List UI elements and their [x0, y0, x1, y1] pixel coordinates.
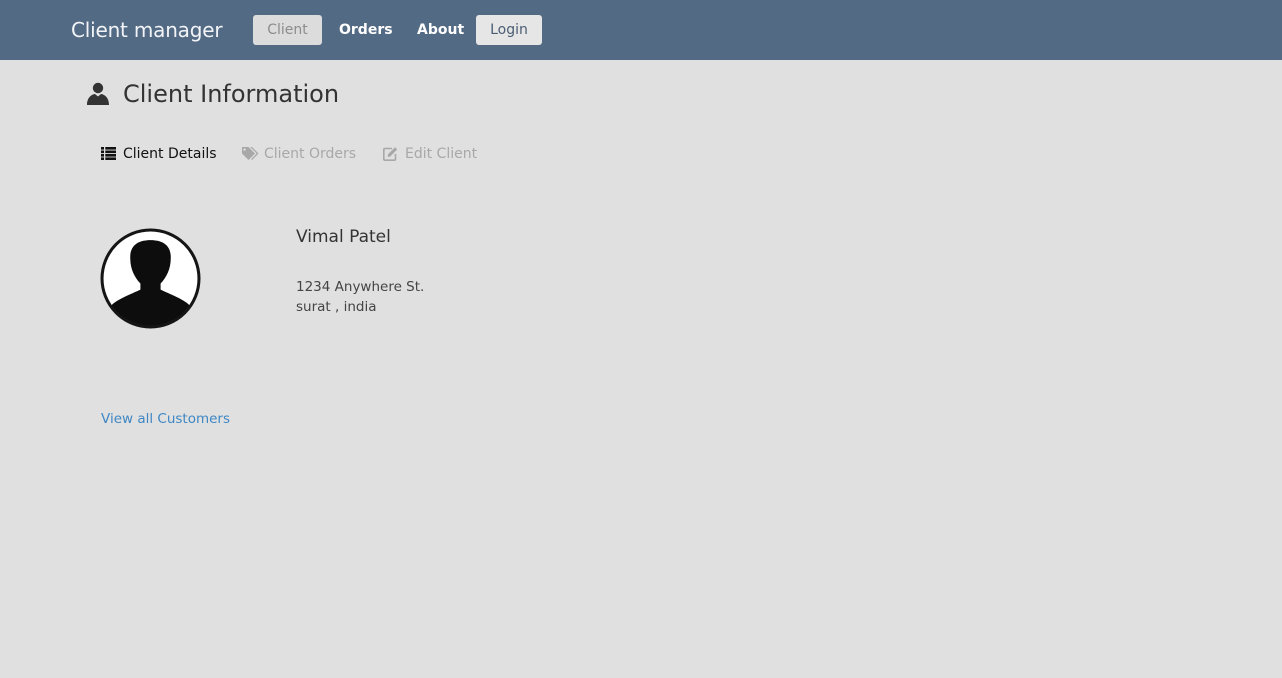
app-brand[interactable]: Client manager [71, 16, 223, 44]
tags-icon [242, 147, 259, 160]
avatar-icon [100, 228, 201, 329]
nav-orders-link[interactable]: Orders [339, 15, 393, 45]
nav-about-link[interactable]: About [417, 15, 464, 45]
tab-client-details-label: Client Details [123, 146, 217, 162]
tab-client-orders-label: Client Orders [264, 146, 357, 162]
page-title: Client Information [123, 80, 340, 108]
list-icon [101, 147, 116, 160]
client-name: Vimal Patel [296, 227, 391, 247]
client-address-line1: 1234 Anywhere St. [296, 279, 425, 295]
nav-client-button[interactable]: Client [253, 15, 322, 45]
edit-icon [383, 147, 398, 161]
top-navbar: Client manager Client Orders About Login [0, 0, 1282, 60]
view-all-customers-link[interactable]: View all Customers [101, 409, 230, 429]
client-address-line2: surat , india [296, 299, 377, 315]
tab-edit-client-label: Edit Client [405, 146, 478, 162]
login-button[interactable]: Login [476, 15, 542, 45]
user-icon [87, 82, 109, 105]
